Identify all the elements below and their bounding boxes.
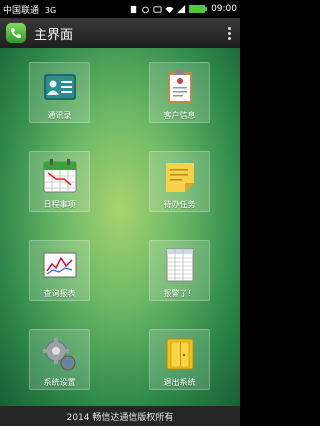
tile-customer-info[interactable]: 客户信息 xyxy=(149,62,210,123)
battery-icon xyxy=(189,5,208,13)
alarm-icon xyxy=(142,6,149,13)
tile-label: 系统设置 xyxy=(43,378,76,387)
wifi-icon xyxy=(165,6,174,13)
page-title: 主界面 xyxy=(34,27,74,43)
main-grid: 通讯录 客户信息 日程事项 待办任务 查询报表 报警了！ 系统设置 退出系统 xyxy=(0,48,240,406)
sim-icon xyxy=(130,5,137,13)
tile-contacts[interactable]: 通讯录 xyxy=(29,62,90,123)
contact-card-icon xyxy=(43,74,76,100)
tile-label: 日程事项 xyxy=(43,200,76,209)
footer-copyright: 2014 畅信达通信版权所有 xyxy=(0,406,240,426)
report-chart-icon xyxy=(43,252,76,278)
clipboard-icon xyxy=(167,70,192,103)
signal-icon xyxy=(177,4,186,13)
title-bar: 主界面 xyxy=(0,18,240,48)
spreadsheet-icon xyxy=(166,248,193,282)
tile-exit[interactable]: 退出系统 xyxy=(149,329,210,390)
tile-schedule[interactable]: 日程事项 xyxy=(29,151,90,212)
tile-reports[interactable]: 查询报表 xyxy=(29,240,90,301)
tile-label: 报警了！ xyxy=(163,289,196,298)
exit-door-icon xyxy=(166,338,193,370)
sticky-note-icon xyxy=(165,163,194,192)
overflow-menu-icon[interactable] xyxy=(224,26,234,40)
tile-label: 待办任务 xyxy=(163,200,196,209)
carrier-label: 中国联通 xyxy=(3,5,40,16)
tile-label: 客户信息 xyxy=(163,111,196,120)
tile-label: 查询报表 xyxy=(43,289,76,298)
gears-icon xyxy=(42,338,75,371)
phone-app-icon xyxy=(6,23,26,43)
tile-label: 通讯录 xyxy=(47,111,72,120)
tile-label: 退出系统 xyxy=(163,378,196,387)
calendar-icon xyxy=(43,159,76,193)
tile-todo[interactable]: 待办任务 xyxy=(149,151,210,212)
tile-alarm[interactable]: 报警了！ xyxy=(149,240,210,301)
ringer-icon xyxy=(153,5,162,13)
status-bar: 中国联通 3G 09:00 xyxy=(0,0,240,18)
clock-time: 09:00 xyxy=(211,4,237,14)
tile-settings[interactable]: 系统设置 xyxy=(29,329,90,390)
network-type: 3G xyxy=(44,5,57,15)
